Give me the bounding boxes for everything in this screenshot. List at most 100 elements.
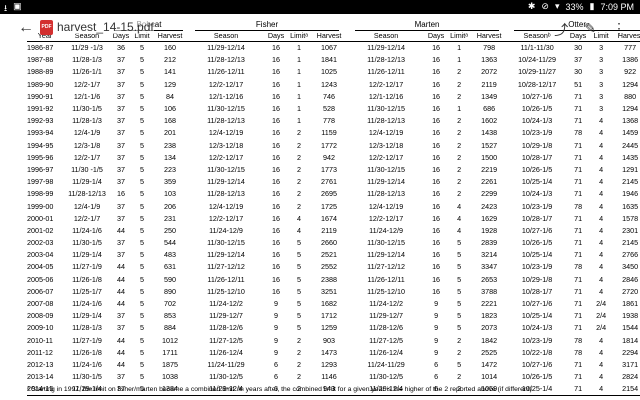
table-cell: 16: [272, 164, 281, 174]
table-cell: 44: [117, 359, 125, 369]
table-cell: 10/24-1/3: [521, 323, 553, 333]
table-cell: 4: [599, 359, 604, 369]
table-cell: 2013-14: [27, 372, 54, 382]
table-cell: 10/29-11/27: [518, 67, 557, 77]
table-cell: 2001-02: [27, 225, 54, 235]
table-cell: 10/28-12/17: [517, 79, 557, 89]
table-row: 2009-10 11/28-1/3 37 5 884 11/28-12/6 9 5 1259 11…: [27, 322, 640, 334]
table-cell: 1: [297, 79, 302, 89]
table-cell: 2: [297, 177, 302, 187]
table-cell: 11/28-12/13: [367, 116, 405, 126]
table-cell: 1435: [622, 152, 639, 162]
table-cell: 4: [297, 213, 302, 223]
table-cell: 4: [599, 274, 604, 284]
table-cell: 1988-89: [27, 67, 54, 77]
table-cell: 12/4-12/19: [208, 201, 244, 211]
table-cell: 37: [117, 55, 125, 65]
table-cell: 5: [140, 67, 144, 77]
table-cell: 2: [457, 79, 462, 89]
footnote: ᵃ Starting in 1997, the limit on fisher/…: [27, 386, 534, 393]
table-cell: 16: [272, 189, 281, 199]
table-cell: 10/28-1/7: [521, 213, 553, 223]
table-cell: 37: [117, 372, 125, 382]
more-options-icon[interactable]: ⋮: [612, 20, 626, 40]
table-cell: 2766: [622, 250, 639, 260]
edit-icon[interactable]: ✎: [584, 20, 596, 40]
table-cell: 1998-99: [27, 189, 54, 199]
table-cell: 6: [434, 359, 439, 369]
table-cell: 10/27-1/6: [521, 91, 553, 101]
table-cell: 2: [457, 335, 462, 345]
table-cell: 16: [272, 238, 281, 248]
table-cell: 78: [574, 335, 583, 345]
back-arrow-icon[interactable]: ←: [18, 20, 34, 36]
table-cell: 5: [297, 323, 302, 333]
table-cell: 10/28-1/7: [521, 286, 553, 296]
table-cell: 2: [457, 189, 462, 199]
table-cell: 10/25-1/4: [521, 250, 553, 260]
table-cell: 3214: [481, 250, 498, 260]
wifi-icon: ▾: [554, 1, 560, 11]
table-cell: 3788: [481, 286, 498, 296]
table-cell: 10/26-1/5: [521, 372, 553, 382]
table-cell: 5: [140, 140, 144, 150]
table-cell: 11/30-12/15: [207, 238, 245, 248]
table-cell: 11/25-12/10: [367, 286, 405, 296]
table-cell: 16: [272, 274, 281, 284]
table-cell: 1438: [481, 128, 498, 138]
table-cell: 1: [297, 55, 302, 65]
table-cell: 1544: [622, 323, 639, 333]
table-cell: 141: [164, 67, 176, 77]
table-cell: 1602: [481, 116, 498, 126]
table-cell: 1146: [321, 372, 337, 382]
table-cell: 12/1-12/16: [208, 91, 244, 101]
table-cell: 37: [574, 55, 583, 65]
table-cell: 11/28-12/13: [68, 189, 106, 199]
table-cell: 5: [297, 238, 302, 248]
table-cell: 1: [297, 91, 302, 101]
table-row: 1996-97 11/30 -1/5 37 5 223 11/30-12/15 16 2 177…: [27, 164, 640, 176]
table-cell: 4: [457, 201, 462, 211]
table-cell: 16: [432, 177, 441, 187]
table-cell: 10/25-1/4: [521, 177, 553, 187]
table-cell: 5: [140, 335, 144, 345]
table-cell: 2002-03: [27, 238, 54, 248]
battery-percent: 33%: [565, 1, 584, 12]
table-cell: 1995-96: [27, 152, 54, 162]
share-icon[interactable]: ⤴: [554, 20, 568, 40]
table-cell: 2006-07: [27, 286, 54, 296]
table-cell: 78: [574, 201, 583, 211]
table-cell: 10/29-1/8: [521, 274, 553, 284]
table-cell: 9: [434, 323, 439, 333]
table-cell: 16: [432, 189, 441, 199]
table-cell: 37: [117, 201, 125, 211]
table-cell: 12/2-12/17: [208, 213, 244, 223]
table-cell: 10/23-1/9: [521, 128, 553, 138]
table-cell: 71: [574, 311, 583, 321]
table-cell: 5: [140, 311, 144, 321]
table-cell: 11/24-12/9: [209, 225, 243, 235]
table-cell: 10/27-1/6: [521, 359, 553, 369]
table-cell: 78: [574, 347, 583, 357]
table-cell: 11/28-1/3: [72, 323, 102, 333]
table-cell: 5: [140, 128, 144, 138]
table-cell: 71: [574, 299, 583, 309]
table-cell: 2: [297, 189, 302, 199]
table-cell: 5: [140, 250, 144, 260]
table-cell: 10/24-1/3: [521, 189, 553, 199]
table-cell: 11/27-12/5: [209, 335, 243, 345]
table-cell: 16: [272, 213, 281, 223]
table-cell: 11/26-12/11: [207, 67, 245, 77]
table-cell: 778: [323, 116, 336, 126]
table-cell: 4: [599, 238, 604, 248]
table-cell: 30: [574, 67, 583, 77]
table-cell: 1946: [622, 189, 639, 199]
table-cell: 71: [574, 177, 583, 187]
table-cell: 1038: [162, 372, 178, 382]
table-cell: 16: [432, 55, 441, 65]
table-cell: 2: [457, 116, 462, 126]
table-cell: 1368: [622, 116, 639, 126]
table-cell: 37: [117, 116, 125, 126]
table-cell: 16: [432, 274, 441, 284]
table-cell: 590: [164, 274, 176, 284]
